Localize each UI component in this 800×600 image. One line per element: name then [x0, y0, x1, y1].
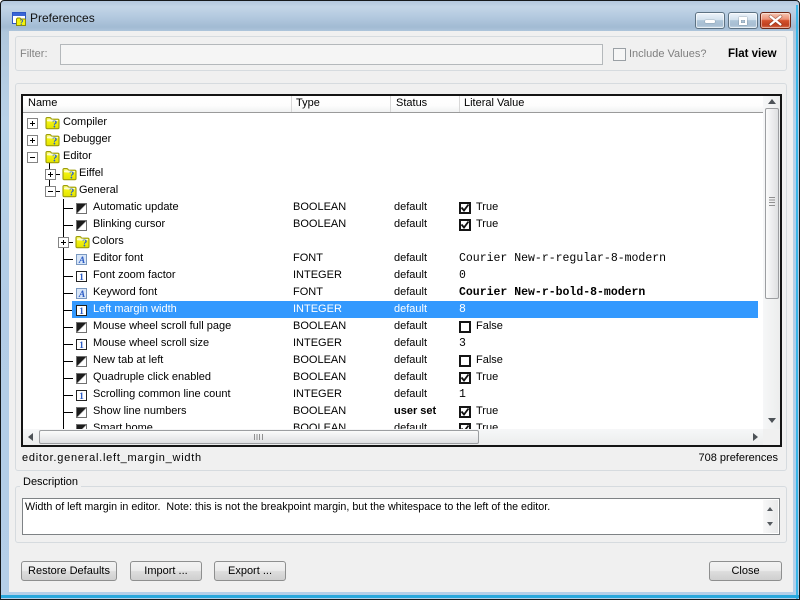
svg-text:1: 1 — [79, 273, 84, 282]
svg-text:?: ? — [82, 238, 87, 249]
svg-text:A: A — [78, 256, 85, 265]
svg-text:?: ? — [69, 187, 74, 198]
svg-text:?: ? — [69, 170, 74, 181]
svg-text:?: ? — [52, 136, 57, 147]
svg-text:?: ? — [52, 119, 57, 130]
svg-text:1: 1 — [79, 341, 84, 350]
svg-text:?: ? — [52, 153, 57, 164]
svg-text:A: A — [78, 290, 85, 299]
svg-text:?: ? — [20, 18, 24, 27]
svg-text:1: 1 — [79, 307, 84, 316]
svg-text:1: 1 — [79, 392, 84, 401]
